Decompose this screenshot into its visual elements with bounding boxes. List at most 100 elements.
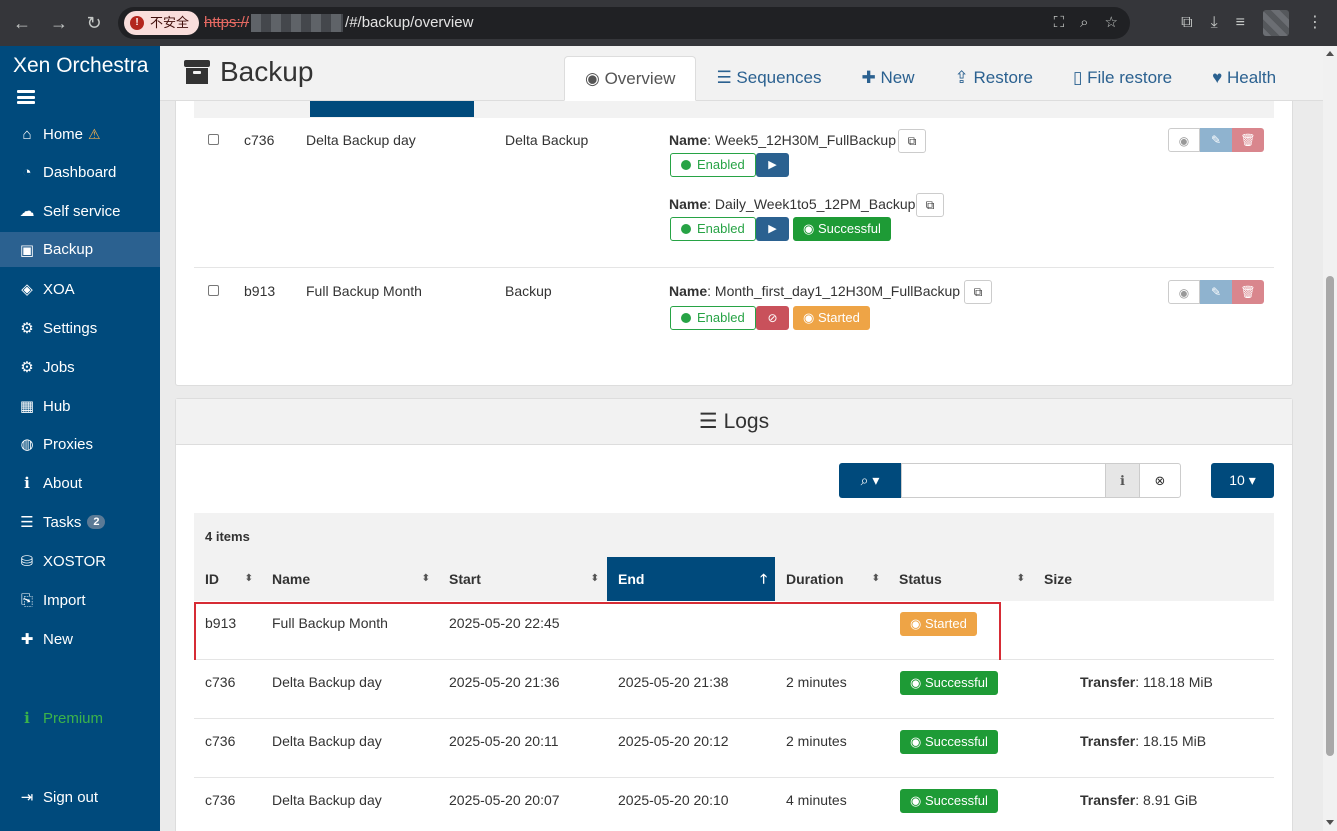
job-select-checkbox[interactable] [208,134,219,145]
delete-job-button[interactable]: 🗑 [1232,280,1264,304]
schedule-enabled-toggle[interactable]: Enabled [670,217,756,241]
sidebar-item-premium[interactable]: ℹ Premium [0,701,160,735]
profile-avatar[interactable] [1263,10,1289,36]
tab-restore[interactable]: ⇪ Restore [935,56,1054,101]
zoom-icon[interactable]: ⌕ [1080,7,1088,39]
brand-logo[interactable]: Xen Orchestra [13,54,148,78]
clear-filter-button[interactable]: ⊗ [1139,463,1181,498]
sidebar-item-backup[interactable]: ▣ Backup [0,232,160,267]
eye-icon: ◉ [910,793,922,808]
tab-file-restore[interactable]: ▯ File restore [1053,56,1192,101]
back-icon[interactable]: ← [9,10,35,36]
translate-icon[interactable]: ⛶ [1054,7,1065,39]
extensions-icon[interactable]: ⧉ [1181,10,1192,36]
last-run-status-button[interactable]: ◉ Successful [793,217,891,241]
trash-icon: 🗑 [1240,285,1256,299]
sidebar-item-settings[interactable]: ⚙ Settings [0,311,160,345]
log-duration: 4 minutes [786,792,847,808]
security-label: 不安全 [150,15,190,30]
stop-schedule-button[interactable]: ⊘ [756,306,789,330]
column-header-duration[interactable]: Duration ⬍ [775,557,888,601]
eye-icon: ◉ [910,675,922,690]
edit-job-button[interactable]: ✎ [1200,280,1232,304]
forward-icon[interactable]: → [46,10,72,36]
tab-overview[interactable]: ◉ Overview [564,56,697,101]
sidebar-item-tasks[interactable]: ☰ Tasks 2 [0,505,160,539]
status-badge[interactable]: ◉ Successful [900,789,998,813]
schedule-name: Name: Month_first_day1_12H30M_FullBackup [669,283,961,299]
run-schedule-button[interactable]: ▶ [756,153,789,177]
column-header-id[interactable]: ID ⬍ [194,557,261,601]
sidebar-item-hub[interactable]: ▦ Hub [0,389,160,423]
delete-job-button[interactable]: 🗑 [1232,128,1264,152]
sidebar-item-dashboard[interactable]: ◔ Dashboard [0,155,160,189]
last-run-status-button[interactable]: ◉ Started [793,306,870,330]
warning-icon: ⚠ [88,125,101,142]
download-icon[interactable]: ⤓ [1211,10,1218,36]
sidebar-item-new[interactable]: ✚ New [0,622,160,656]
tab-new[interactable]: ✚ New [842,56,935,101]
copy-schedule-id-button[interactable]: ⧉ [916,193,944,217]
table-row[interactable]: c736 Delta Backup day 2025-05-20 20:07 2… [194,778,1274,831]
tab-sequences[interactable]: ☰ Sequences [696,56,841,101]
column-header-name[interactable]: Name ⬍ [261,557,438,601]
info-icon: ℹ [1120,473,1125,488]
column-header-status[interactable]: Status ⬍ [888,557,1033,601]
page-size-dropdown[interactable]: 10 ▾ [1211,463,1274,498]
sidebar-item-self-service[interactable]: ☁ Self service [0,194,160,228]
scroll-up-icon[interactable] [1326,51,1334,56]
hamburger-icon[interactable] [17,90,35,104]
schedule-enabled-toggle[interactable]: Enabled [670,153,756,177]
search-filter-dropdown[interactable]: ⌕ ▾ [839,463,901,498]
table-row[interactable]: c736 Delta Backup day 2025-05-20 21:36 2… [194,660,1274,719]
edit-job-button[interactable]: ✎ [1200,128,1232,152]
security-chip[interactable]: ! 不安全 [124,11,200,35]
scroll-down-icon[interactable] [1326,820,1334,825]
heartbeat-icon: ♥ [1212,68,1223,87]
table-row[interactable]: b913 Full Backup Month 2025-05-20 22:45 … [194,601,1274,664]
reload-icon[interactable]: ↻ [81,10,107,36]
sidebar-item-proxies[interactable]: ◍ Proxies [0,427,160,461]
filter-help-button[interactable]: ℹ [1105,463,1140,498]
log-id: c736 [205,792,236,808]
column-header-start[interactable]: Start ⬍ [438,557,607,601]
logs-search-input[interactable] [901,463,1106,498]
sidebar-item-about[interactable]: ℹ About [0,466,160,500]
status-badge[interactable]: ◉ Successful [900,671,998,695]
media-icon[interactable]: ≡ [1236,10,1245,36]
eye-icon: ◉ [803,310,815,325]
sign-out-button[interactable]: ⇥ Sign out [0,780,160,814]
tab-health[interactable]: ♥ Health [1192,56,1296,101]
copy-schedule-id-button[interactable]: ⧉ [964,280,992,304]
menu-icon[interactable]: ⋮ [1307,10,1323,36]
archive-icon: ▣ [19,241,35,259]
view-job-button[interactable]: ◉ [1168,128,1200,152]
column-header-end[interactable]: End 🡑 [607,557,775,601]
page-scrollbar[interactable] [1323,46,1337,831]
sorted-column-header[interactable] [310,101,474,117]
view-job-button[interactable]: ◉ [1168,280,1200,304]
job-select-checkbox[interactable] [208,285,219,296]
sidebar-item-xoa[interactable]: ◈ XOA [0,272,160,306]
schedule-enabled-toggle[interactable]: Enabled [670,306,756,330]
info-icon: ℹ [24,710,30,727]
copy-schedule-id-button[interactable]: ⧉ [898,129,926,153]
job-mode: Delta Backup [505,132,589,148]
log-start: 2025-05-20 21:36 [449,674,560,690]
page-title: Backup [184,56,313,88]
sidebar-item-import[interactable]: ⎘ Import [0,583,160,617]
status-badge[interactable]: ◉ Successful [900,730,998,754]
table-row[interactable]: c736 Delta Backup day 2025-05-20 20:11 2… [194,719,1274,778]
sort-icon: ⬍ [421,573,430,584]
run-schedule-button[interactable]: ▶ [756,217,789,241]
status-badge[interactable]: ◉ Started [900,612,977,636]
address-bar[interactable]: ! 不安全 https:///#/backup/overview ⛶ ⌕ ☆ [118,7,1130,39]
bookmark-star-icon[interactable]: ☆ [1105,7,1118,39]
logs-table-header: 4 items ID ⬍ Name ⬍ Start ⬍ End 🡑 Duration ⬍ … [194,513,1274,601]
sidebar-item-xostor[interactable]: ⛁ XOSTOR [0,544,160,578]
sidebar-item-home[interactable]: ⌂ Home ⚠ [0,117,160,151]
list-icon: ☰ [698,410,718,433]
sidebar-item-jobs[interactable]: ⚙ Jobs [0,350,160,384]
cubes-icon: ▦ [19,398,35,415]
scrollbar-thumb[interactable] [1326,276,1334,756]
